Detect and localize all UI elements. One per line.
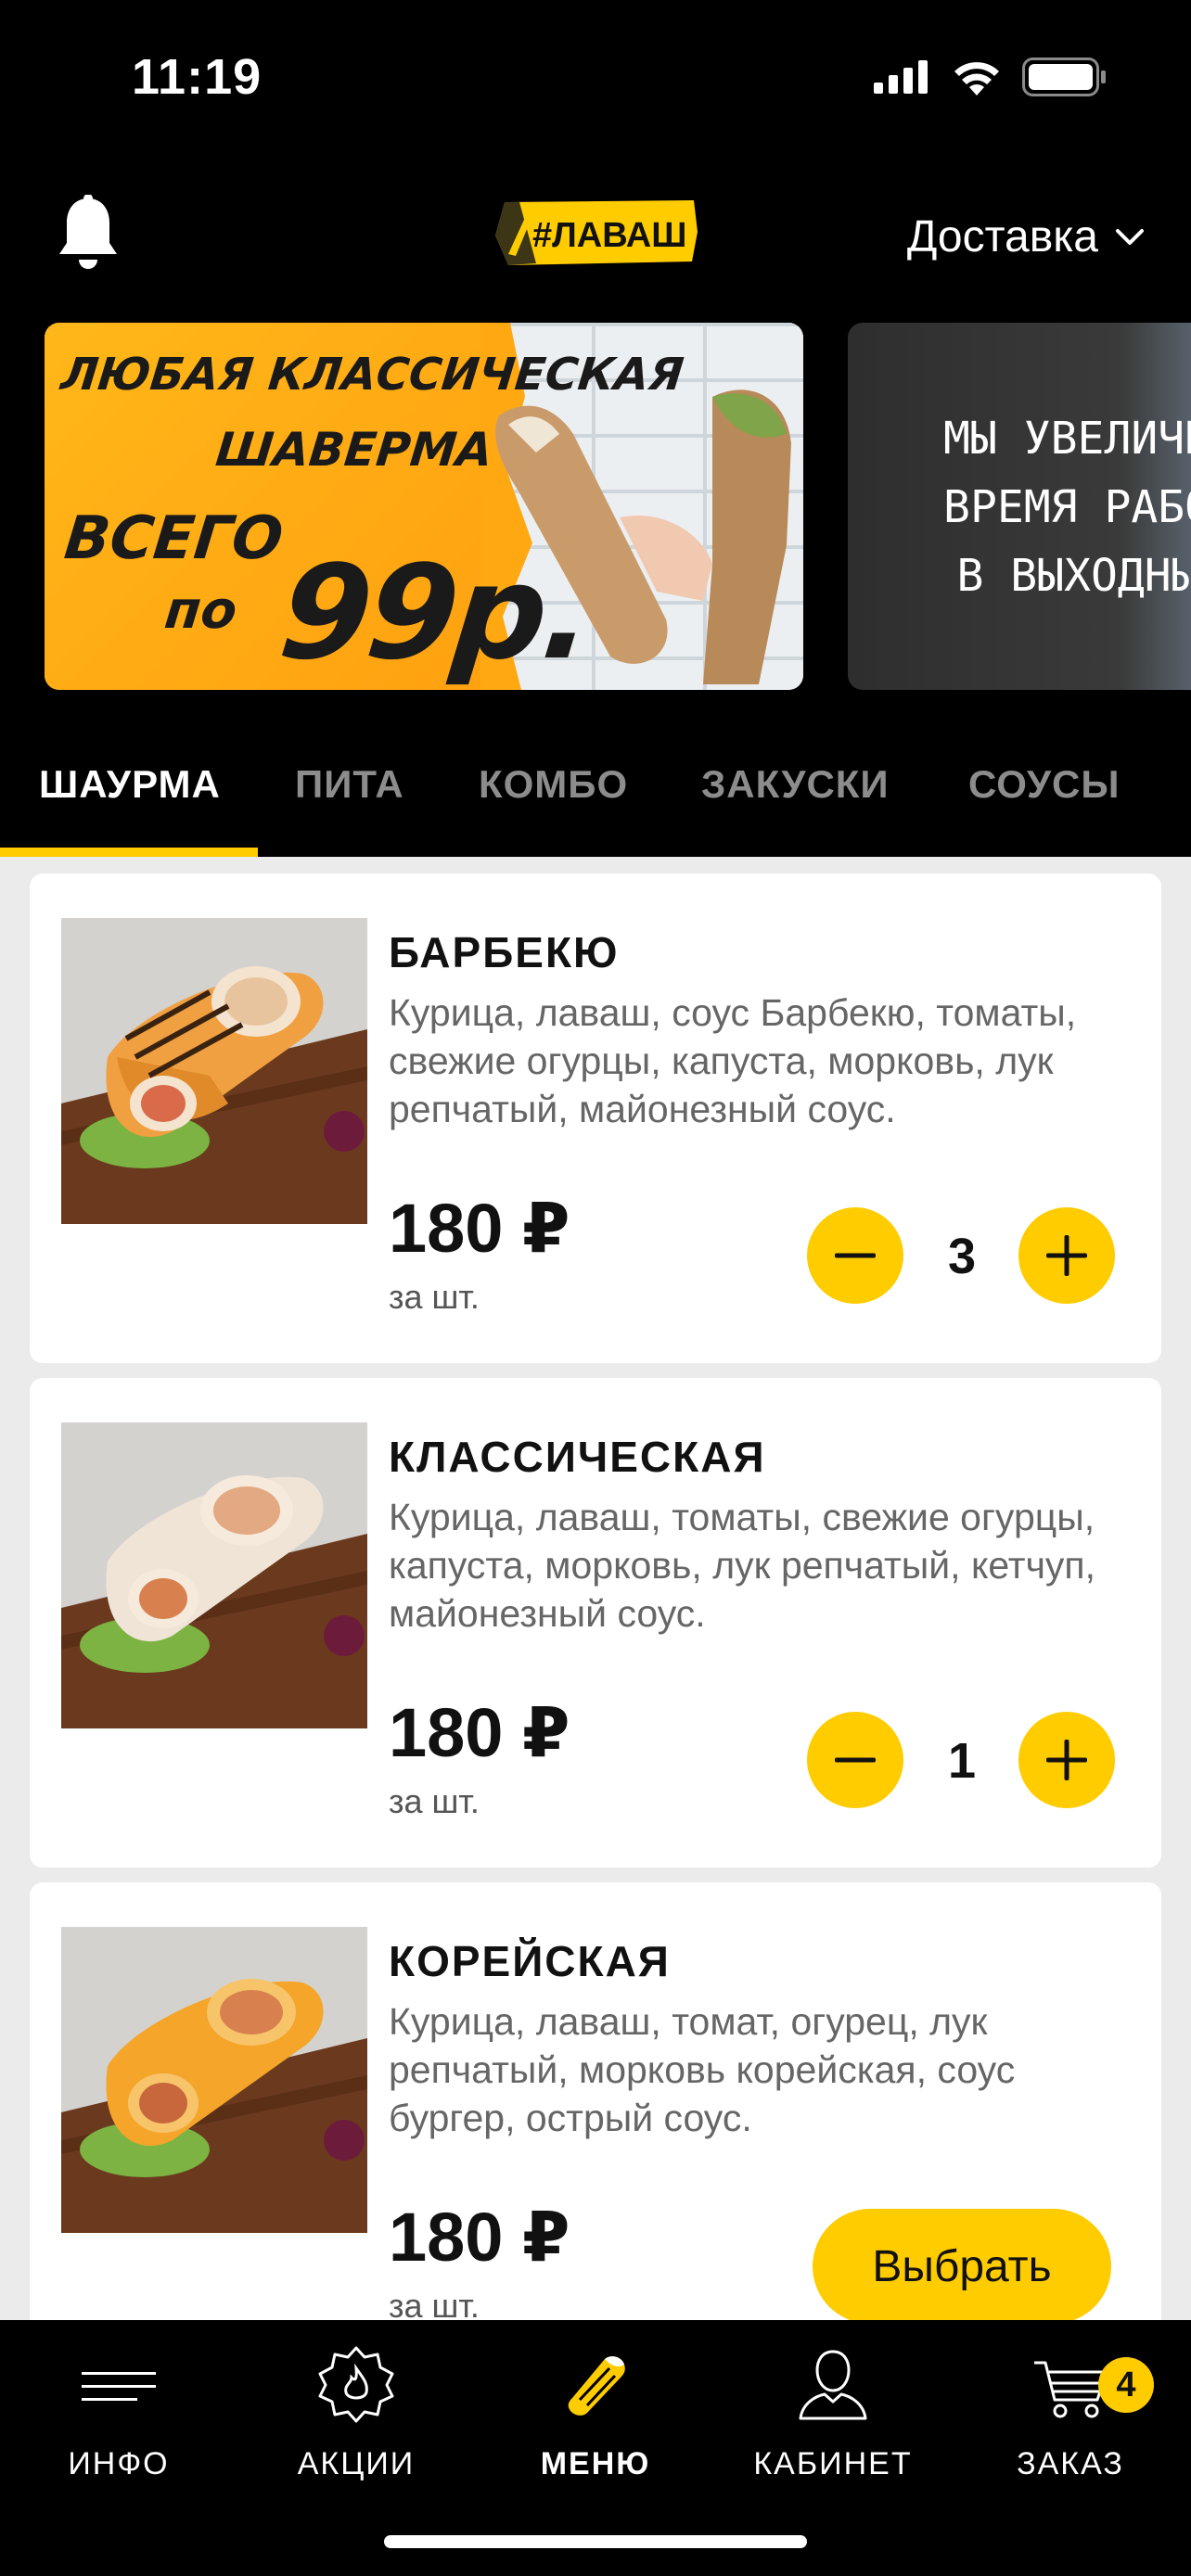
header: #ЛАВАШ Доставка (0, 158, 1191, 315)
nav-account[interactable]: КАБИНЕТ (740, 2342, 926, 2482)
nav-info-label: ИНФО (68, 2446, 170, 2481)
product-unit: за шт. (389, 1278, 480, 1316)
plus-icon (1046, 1235, 1087, 1276)
user-icon (799, 2350, 867, 2420)
product-price: 180 ₽ (389, 1190, 570, 1267)
promo-banner-hours[interactable]: МЫ УВЕЛИЧИЛ ВРЕМЯ РАБОТ В ВЫХОДНЫЕ (848, 323, 1191, 690)
battery-icon (1022, 57, 1106, 96)
delivery-label: Доставка (906, 212, 1098, 261)
nav-menu[interactable]: МЕНЮ (503, 2342, 688, 2482)
nav-info[interactable]: ИНФО (26, 2342, 211, 2482)
category-tabs: ШАУРМА ПИТА КОМБО ЗАКУСКИ СОУСЫ (0, 723, 1191, 857)
shawarma-icon (568, 2356, 625, 2416)
nav-menu-label: МЕНЮ (540, 2446, 651, 2481)
product-name: КОРЕЙСКАЯ (389, 1937, 671, 1985)
home-indicator[interactable] (384, 2535, 807, 2548)
product-list[interactable]: БАРБЕКЮ Курица, лаваш, соус Барбекю, том… (0, 857, 1191, 2320)
decrease-quantity-button[interactable] (807, 1207, 903, 1304)
nav-promos[interactable]: АКЦИИ (263, 2342, 449, 2482)
cart-count-badge: 4 (1098, 2357, 1154, 2413)
active-tab-indicator (0, 848, 258, 857)
increase-quantity-button[interactable] (1018, 1712, 1115, 1808)
quantity-value: 3 (947, 1229, 977, 1284)
product-photo (61, 918, 367, 1224)
tab-shaurma[interactable]: ШАУРМА (39, 762, 221, 807)
plus-icon (1046, 1740, 1087, 1780)
product-description: Курица, лаваш, томаты, свежие огурцы, ка… (389, 1496, 1096, 1635)
tab-combo[interactable]: КОМБО (479, 762, 628, 807)
product-name: КЛАССИЧЕСКАЯ (389, 1433, 766, 1481)
tab-snacks[interactable]: ЗАКУСКИ (701, 762, 890, 807)
status-bar: 11:19 (0, 0, 1191, 158)
minus-icon (835, 1253, 876, 1258)
notification-bell-icon[interactable] (56, 195, 121, 271)
banner2-text: МЫ УВЕЛИЧИЛ ВРЕМЯ РАБОТ В ВЫХОДНЫЕ (943, 413, 1191, 602)
status-time: 11:19 (132, 49, 263, 105)
choose-button[interactable]: Выбрать (813, 2209, 1111, 2320)
discount-badge-icon (318, 2346, 394, 2423)
product-name: БАРБЕКЮ (389, 928, 620, 976)
quantity-value: 1 (947, 1733, 977, 1789)
promo-banner-shawarma[interactable]: ЛЮБАЯ КЛАССИЧЕСКАЯ ШАВЕРМА ВСЕГО по 99р. (45, 323, 803, 690)
product-description: Курица, лаваш, соус Барбекю, томаты, све… (389, 991, 1077, 1130)
promo-carousel[interactable]: ЛЮБАЯ КЛАССИЧЕСКАЯ ШАВЕРМА ВСЕГО по 99р.… (0, 323, 1191, 690)
menu-lines-icon (82, 2372, 156, 2401)
product-photo (61, 1927, 367, 2233)
nav-promos-label: АКЦИИ (297, 2446, 416, 2481)
product-card[interactable]: БАРБЕКЮ Курица, лаваш, соус Барбекю, том… (30, 874, 1161, 1363)
tab-sauces[interactable]: СОУСЫ (968, 762, 1120, 807)
brand-logo: #ЛАВАШ (492, 195, 701, 271)
signal-icon (874, 60, 928, 94)
product-unit: за шт. (389, 2287, 480, 2320)
banner-line-2: ШАВЕРМА (212, 423, 495, 477)
decrease-quantity-button[interactable] (807, 1712, 903, 1808)
product-description: Курица, лаваш, томат, огурец, лук репчат… (389, 2000, 1016, 2139)
product-card[interactable]: КЛАССИЧЕСКАЯ Курица, лаваш, томаты, свеж… (30, 1378, 1161, 1868)
nav-account-label: КАБИНЕТ (753, 2446, 913, 2481)
product-price: 180 ₽ (389, 2199, 570, 2276)
product-photo (61, 1422, 367, 1728)
delivery-selector[interactable]: Доставка (907, 211, 1145, 262)
shawarma-in-hands-image (495, 389, 791, 684)
product-unit: за шт. (389, 1782, 480, 1820)
tab-pita[interactable]: ПИТА (295, 762, 404, 807)
banner-line-4: по (161, 580, 240, 641)
minus-icon (835, 1757, 876, 1763)
wifi-icon (954, 62, 999, 96)
increase-quantity-button[interactable] (1018, 1207, 1115, 1304)
banner-line-3: ВСЕГО (61, 504, 287, 573)
product-price: 180 ₽ (389, 1694, 570, 1771)
svg-text:#ЛАВАШ: #ЛАВАШ (532, 216, 686, 255)
product-card[interactable]: КОРЕЙСКАЯ Курица, лаваш, томат, огурец, … (30, 1882, 1161, 2320)
nav-order-label: ЗАКАЗ (1017, 2446, 1124, 2481)
status-icons (874, 57, 1108, 96)
chevron-down-icon (1116, 228, 1144, 245)
